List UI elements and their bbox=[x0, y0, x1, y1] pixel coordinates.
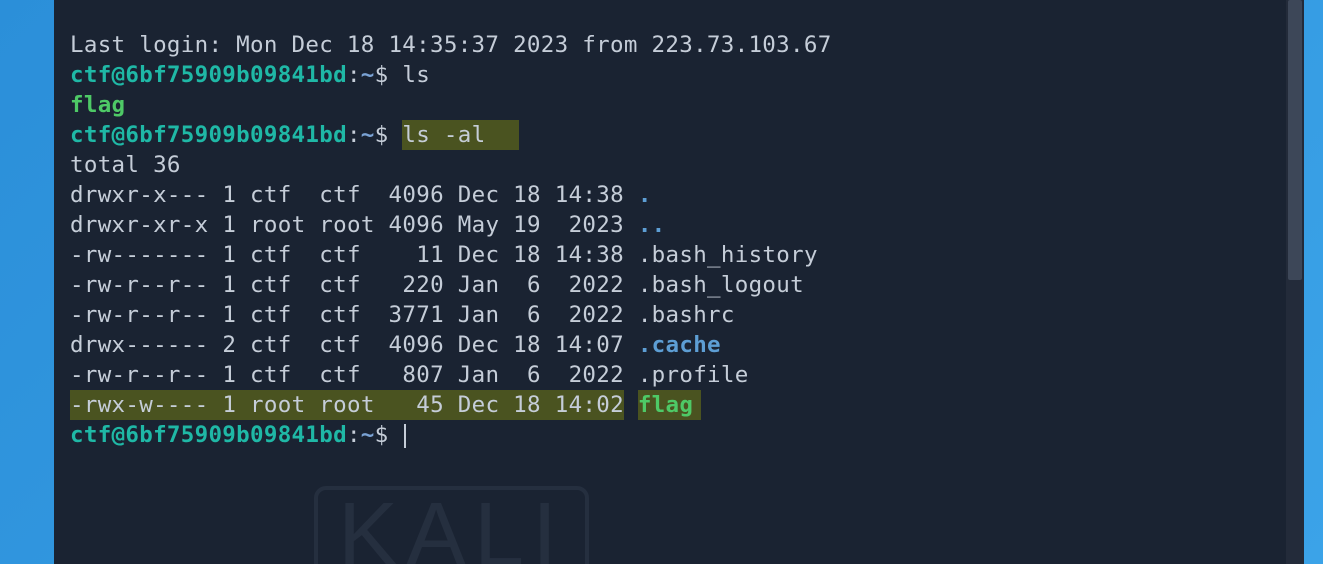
prompt-dollar-2: $ bbox=[375, 122, 389, 148]
file-bash-history: .bash_history bbox=[638, 242, 818, 268]
prompt-user-host: ctf@6bf75909b09841bd bbox=[70, 62, 347, 88]
file-bashrc: .bashrc bbox=[638, 302, 735, 328]
file-flag-name-highlight: flag bbox=[638, 390, 701, 420]
dir-dotdot: .. bbox=[638, 212, 666, 238]
file-row: drwxr-xr-x 1 root root 4096 May 19 2023 … bbox=[70, 212, 666, 238]
prompt-colon: : bbox=[347, 62, 361, 88]
prompt-colon-2: : bbox=[347, 122, 361, 148]
command-ls-al-highlighted: ls -al bbox=[402, 120, 519, 150]
command-ls: ls bbox=[402, 62, 430, 88]
file-row: -rw-r--r-- 1 ctf ctf 220 Jan 6 2022 .bas… bbox=[70, 272, 804, 298]
prompt-dollar: $ bbox=[375, 62, 389, 88]
file-row: -rw------- 1 ctf ctf 11 Dec 18 14:38 .ba… bbox=[70, 242, 818, 268]
prompt-colon-3: : bbox=[347, 422, 361, 448]
dir-dot: . bbox=[638, 182, 652, 208]
prompt-user-host-3: ctf@6bf75909b09841bd bbox=[70, 422, 347, 448]
file-row-flag-highlighted: -rwx-w---- 1 root root 45 Dec 18 14:02 bbox=[70, 390, 624, 420]
file-flag: flag bbox=[638, 392, 693, 418]
prompt-path-2: ~ bbox=[361, 122, 375, 148]
file-row: drwx------ 2 ctf ctf 4096 Dec 18 14:07 .… bbox=[70, 332, 721, 358]
last-login-line: Last login: Mon Dec 18 14:35:37 2023 fro… bbox=[70, 32, 832, 58]
prompt-path-3: ~ bbox=[361, 422, 375, 448]
scrollbar-thumb[interactable] bbox=[1288, 0, 1302, 280]
file-row: -rw-r--r-- 1 ctf ctf 807 Jan 6 2022 .pro… bbox=[70, 362, 749, 388]
file-bash-logout: .bash_logout bbox=[638, 272, 804, 298]
total-line: total 36 bbox=[70, 152, 181, 178]
watermark-text: KALI bbox=[314, 486, 589, 564]
cursor[interactable] bbox=[404, 424, 406, 448]
prompt-path: ~ bbox=[361, 62, 375, 88]
ls-output-flag: flag bbox=[70, 92, 125, 118]
scrollbar-track[interactable] bbox=[1286, 0, 1304, 564]
file-profile: .profile bbox=[638, 362, 749, 388]
terminal-output[interactable]: Last login: Mon Dec 18 14:35:37 2023 fro… bbox=[54, 0, 1304, 480]
file-row: -rw-r--r-- 1 ctf ctf 3771 Jan 6 2022 .ba… bbox=[70, 302, 735, 328]
prompt-dollar-3: $ bbox=[375, 422, 389, 448]
prompt-user-host-2: ctf@6bf75909b09841bd bbox=[70, 122, 347, 148]
dir-cache: .cache bbox=[638, 332, 721, 358]
command-ls-al: ls -al bbox=[402, 122, 485, 148]
terminal-window: Last login: Mon Dec 18 14:35:37 2023 fro… bbox=[54, 0, 1304, 564]
file-row: drwxr-x--- 1 ctf ctf 4096 Dec 18 14:38 . bbox=[70, 182, 652, 208]
